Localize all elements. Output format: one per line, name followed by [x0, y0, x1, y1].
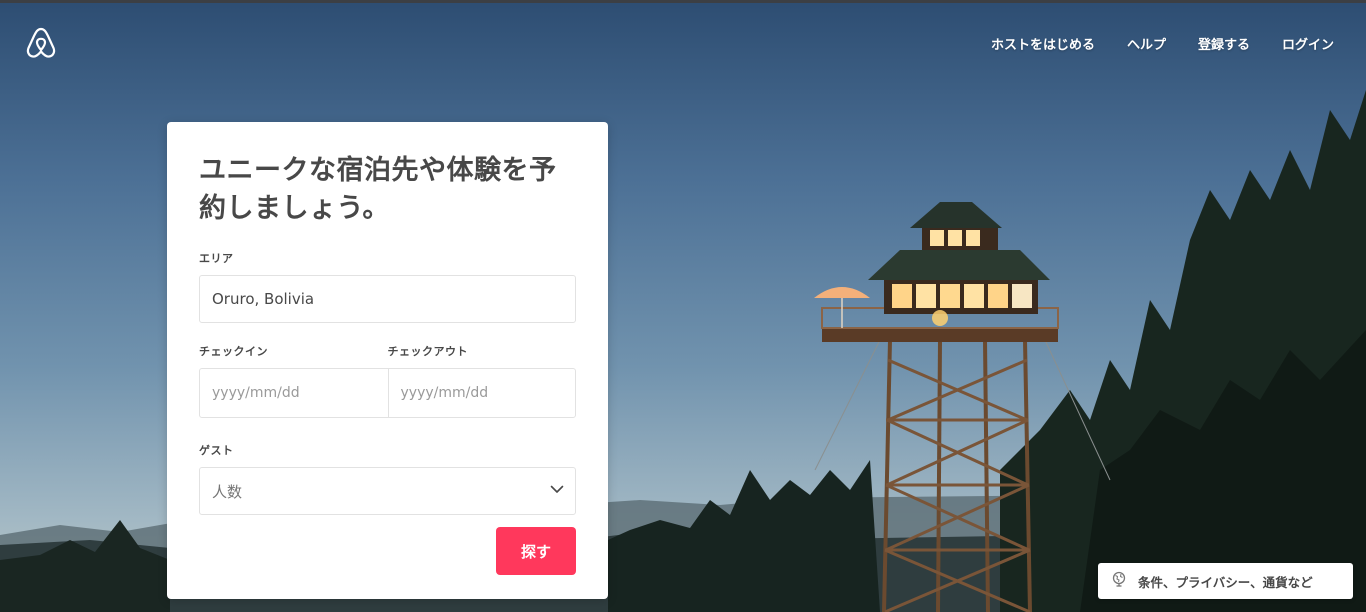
footer-terms-label: 条件、プライバシー、通貨など: [1138, 574, 1313, 590]
date-labels: チェックイン チェックアウト: [199, 343, 576, 359]
airbnb-logo-icon[interactable]: [24, 26, 58, 60]
checkin-label: チェックイン: [199, 345, 268, 358]
checkin-input[interactable]: [212, 385, 376, 401]
area-field: [199, 275, 576, 323]
checkin-cell: [200, 369, 388, 417]
top-border: [0, 0, 1366, 3]
search-card-title: ユニークな宿泊先や体験を予約しましょう。: [199, 155, 557, 224]
guests-label: ゲスト: [199, 444, 234, 457]
nav-sign-up[interactable]: 登録する: [1182, 30, 1266, 57]
globe-icon: [1112, 571, 1126, 591]
guests-select[interactable]: 人数: [199, 467, 576, 515]
area-input[interactable]: [212, 290, 563, 308]
nav-log-in[interactable]: ログイン: [1266, 30, 1350, 57]
chevron-down-icon: [549, 481, 565, 501]
nav-help[interactable]: ヘルプ: [1111, 30, 1182, 57]
checkout-input[interactable]: [400, 385, 563, 401]
checkout-label: チェックアウト: [387, 345, 468, 358]
nav-become-host[interactable]: ホストをはじめる: [975, 30, 1111, 57]
checkout-cell: [387, 369, 576, 417]
search-button[interactable]: 探す: [496, 527, 576, 575]
area-label: エリア: [199, 252, 234, 265]
footer-terms-button[interactable]: 条件、プライバシー、通貨など: [1098, 563, 1353, 599]
guests-select-value: 人数: [212, 482, 243, 501]
header-nav: ホストをはじめる ヘルプ 登録する ログイン: [975, 30, 1350, 57]
search-card: ユニークな宿泊先や体験を予約しましょう。 エリア チェックイン チェックアウト …: [167, 122, 608, 599]
date-range-picker: [199, 368, 576, 418]
